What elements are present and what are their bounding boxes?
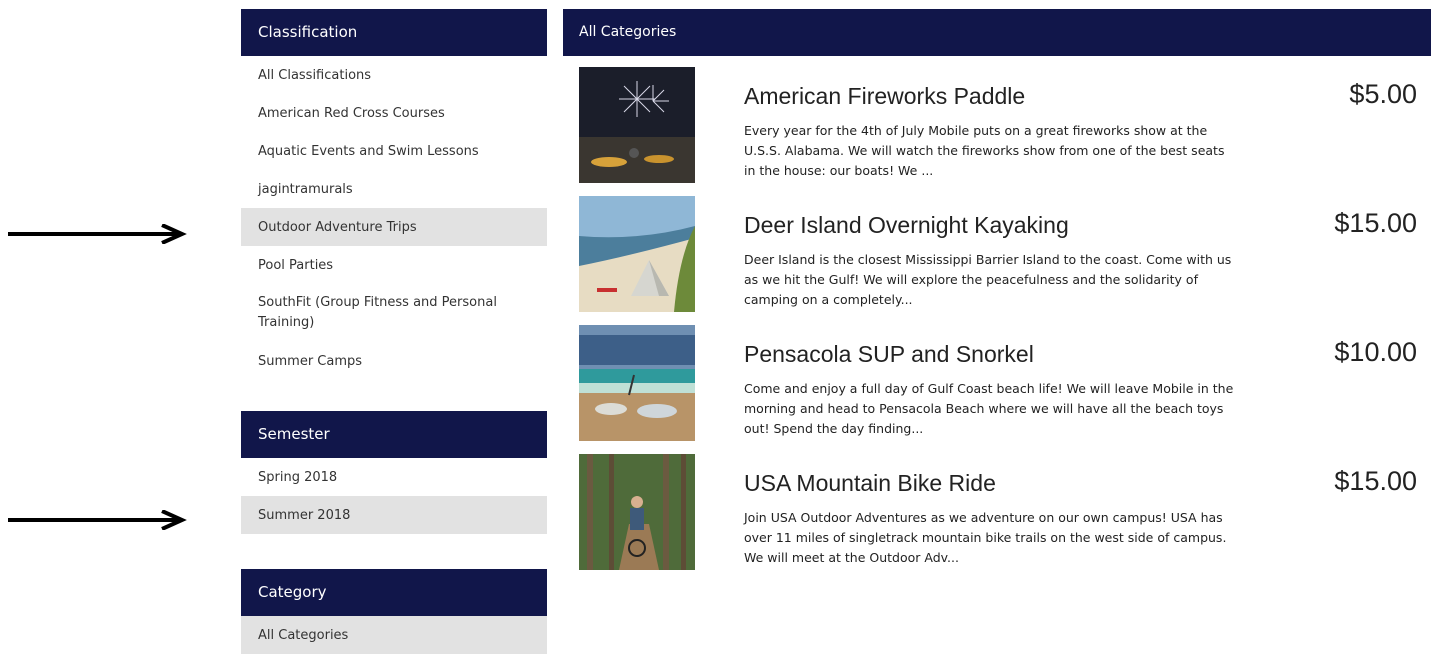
classification-item-pool-parties[interactable]: Pool Parties [241,246,547,284]
semester-item-spring-2018[interactable]: Spring 2018 [241,458,547,496]
classification-item-red-cross[interactable]: American Red Cross Courses [241,94,547,132]
classification-item-outdoor-adventure[interactable]: Outdoor Adventure Trips [241,208,547,246]
product-description: Every year for the 4th of July Mobile pu… [744,123,1225,178]
classification-item-all[interactable]: All Classifications [241,56,547,94]
classification-heading: Classification [241,9,547,56]
product-image-fireworks[interactable] [579,67,695,183]
product-image-deer-island[interactable] [579,196,695,312]
product-description: Come and enjoy a full day of Gulf Coast … [744,381,1234,436]
product-image-mountain-bike[interactable] [579,454,695,570]
product-price: $15.00 [1334,466,1417,496]
category-panel: Category All Categories [241,569,547,654]
product-price: $15.00 [1334,208,1417,238]
semester-heading: Semester [241,411,547,458]
product-description: Join USA Outdoor Adventures as we advent… [744,510,1227,565]
product-list-section: All Categories American Fireworks Paddle… [563,9,1431,570]
product-price: $5.00 [1349,79,1417,109]
product-title[interactable]: USA Mountain Bike Ride [744,470,996,497]
annotation-arrow-icon [8,224,187,244]
semester-item-summer-2018[interactable]: Summer 2018 [241,496,547,534]
semester-panel: Semester Spring 2018 Summer 2018 [241,411,547,569]
product-card: USA Mountain Bike Ride Join USA Outdoor … [579,454,1431,572]
classification-item-summer-camps[interactable]: Summer Camps [241,342,547,380]
product-list-heading: All Categories [563,9,1431,56]
product-title[interactable]: Deer Island Overnight Kayaking [744,212,1069,239]
product-title[interactable]: Pensacola SUP and Snorkel [744,341,1034,368]
category-heading: Category [241,569,547,616]
product-description: Deer Island is the closest Mississippi B… [744,252,1232,307]
product-card: American Fireworks Paddle Every year for… [579,67,1431,185]
classification-item-southfit[interactable]: SouthFit (Group Fitness and Personal Tra… [241,284,547,342]
product-card: Deer Island Overnight Kayaking Deer Isla… [579,196,1431,314]
classification-item-jagintramurals[interactable]: jagintramurals [241,170,547,208]
annotation-arrow-icon [8,510,187,530]
category-item-all[interactable]: All Categories [241,616,547,654]
product-card: Pensacola SUP and Snorkel Come and enjoy… [579,325,1431,443]
product-price: $10.00 [1334,337,1417,367]
filter-sidebar: Classification All Classifications Ameri… [241,9,547,654]
product-title[interactable]: American Fireworks Paddle [744,83,1025,110]
classification-item-aquatic[interactable]: Aquatic Events and Swim Lessons [241,132,547,170]
product-image-pensacola[interactable] [579,325,695,441]
classification-panel: Classification All Classifications Ameri… [241,9,547,411]
